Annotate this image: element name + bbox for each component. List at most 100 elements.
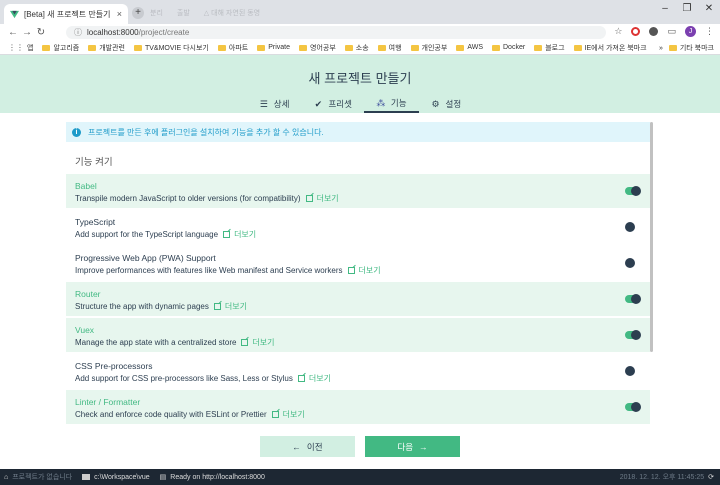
new-tab-button[interactable]: + [132, 7, 144, 19]
tab-features[interactable]: ⁂ 기능 [363, 95, 419, 113]
info-icon[interactable]: ⓘ [74, 27, 82, 38]
next-button[interactable]: 다음 → [365, 436, 460, 457]
bookmark-folder[interactable]: 소송 [344, 43, 369, 53]
bookmark-label: 소송 [355, 44, 369, 52]
folder-icon [344, 44, 353, 51]
feature-toggle[interactable] [625, 294, 641, 304]
bookmark-folder[interactable]: 여행 [377, 43, 402, 53]
more-link[interactable]: 더보기 [283, 410, 305, 419]
bookmark-folder[interactable]: 개인공부 [410, 43, 447, 53]
tab-details[interactable]: ☰ 상세 [247, 95, 302, 113]
forward-icon[interactable]: → [20, 27, 34, 38]
bookmark-folder[interactable]: 영어공부 [299, 43, 336, 53]
bookmark-folder[interactable]: 블로그 [534, 43, 565, 53]
external-link-icon[interactable] [241, 339, 249, 346]
feature-row[interactable]: Vuex Manage the app state with a centrali… [66, 318, 650, 352]
tab-close-icon[interactable]: × [117, 9, 122, 19]
background-tab-label[interactable]: 분리 [150, 8, 163, 18]
feature-toggle[interactable] [625, 366, 639, 376]
url-field[interactable]: ⓘ localhost:8000/project/create [66, 26, 606, 39]
maximize-icon[interactable]: ❐ [676, 0, 698, 18]
more-link[interactable]: 더보기 [359, 266, 381, 275]
folder-icon [257, 44, 266, 51]
features-panel: i 프로젝트를 만든 후에 플러그인을 설치하여 기능을 추가 할 수 있습니다… [66, 122, 650, 442]
feature-row[interactable]: Babel Transpile modern JavaScript to olde… [66, 174, 650, 208]
feature-toggle[interactable] [625, 222, 639, 232]
extension-icon[interactable] [649, 27, 659, 36]
step-tabs: ☰ 상세 ✔ 프리셋 ⁂ 기능 ⚙ 설정 [0, 95, 720, 113]
opera-extension-icon[interactable] [631, 27, 641, 36]
bookmark-label: 여행 [388, 44, 402, 52]
external-link-icon[interactable] [297, 375, 305, 382]
status-log[interactable]: ▤ Ready on http://localhost:8000 [159, 473, 265, 482]
feature-row[interactable]: Linter / Formatter Check and enforce code… [66, 390, 650, 424]
feature-row[interactable]: Progressive Web App (PWA) Support Improve… [66, 246, 650, 280]
feature-description: Manage the app state with a centralized … [75, 338, 237, 347]
info-banner: i 프로젝트를 만든 후에 플러그인을 설치하여 기능을 추가 할 수 있습니다… [66, 122, 650, 142]
minimize-icon[interactable]: – [654, 0, 676, 18]
feature-description-row: Add support for the TypeScript language 더… [75, 229, 256, 240]
bookmark-apps[interactable]: ⋮⋮ 앱 [8, 43, 33, 53]
folder-icon [668, 45, 677, 51]
terminal-icon: ▤ [159, 474, 167, 481]
browser-tab-bar: [Beta] 새 프로젝트 만들기 - Vue × + 분리 출발 △ 대해 자… [0, 0, 720, 24]
feature-toggle[interactable] [625, 258, 639, 268]
bookmark-label: 블로그 [545, 44, 565, 52]
refresh-icon[interactable]: ⟳ [708, 473, 714, 481]
list-icon: ☰ [259, 98, 268, 109]
cast-icon[interactable]: ▭ [667, 26, 676, 37]
previous-button[interactable]: ← 이전 [260, 436, 355, 457]
external-link-icon[interactable] [347, 267, 355, 274]
external-link-icon[interactable] [305, 195, 313, 202]
status-datetime: 2018. 12. 12. 오후 11:45:25 ⟳ [620, 469, 714, 485]
window-close-icon[interactable]: ✕ [698, 0, 720, 18]
back-icon[interactable]: ← [6, 27, 20, 38]
other-bookmarks[interactable]: 기타 북마크 [668, 43, 714, 53]
bookmark-label: 앱 [27, 44, 34, 52]
feature-toggle[interactable] [625, 186, 641, 196]
bookmarks-overflow-icon[interactable]: » [659, 45, 663, 52]
more-link[interactable]: 더보기 [234, 230, 256, 239]
tab-presets[interactable]: ✔ 프리셋 [301, 95, 363, 113]
bookmark-folder[interactable]: 개발관련 [88, 43, 125, 53]
browser-tab[interactable]: [Beta] 새 프로젝트 만들기 - Vue × [4, 4, 128, 24]
bookmark-folder[interactable]: Private [257, 44, 290, 51]
external-link-icon[interactable] [223, 231, 231, 238]
background-tab-label[interactable]: 출발 [177, 8, 190, 18]
tab-label: 기능 [390, 98, 407, 108]
more-link[interactable]: 더보기 [317, 194, 339, 203]
scrollbar[interactable] [650, 122, 653, 352]
bookmark-label: 알고리즘 [53, 44, 80, 52]
feature-row[interactable]: Router Structure the app with dynamic pag… [66, 282, 650, 316]
status-path: c:\Workspace\vue [94, 473, 150, 481]
menu-kebab-icon[interactable]: ⋮ [705, 26, 714, 37]
external-link-icon[interactable] [213, 303, 221, 310]
feature-row[interactable]: TypeScript Add support for the TypeScript… [66, 210, 650, 244]
url-host: localhost:8000 [87, 28, 139, 37]
bookmark-star-icon[interactable]: ☆ [614, 26, 622, 37]
bookmark-folder[interactable]: IE에서 가져온 북마크 [573, 43, 647, 53]
more-link[interactable]: 더보기 [225, 302, 247, 311]
status-folder[interactable]: c:\Workspace\vue [82, 474, 150, 481]
profile-avatar[interactable]: J [685, 26, 696, 37]
feature-name: Linter / Formatter [75, 397, 141, 407]
status-project[interactable]: ⌂ 프로젝트가 없습니다 [4, 472, 72, 482]
more-link[interactable]: 더보기 [252, 338, 274, 347]
feature-toggle[interactable] [625, 402, 641, 412]
more-link[interactable]: 더보기 [309, 374, 331, 383]
bookmark-folder[interactable]: Docker [492, 44, 525, 51]
bookmark-folder[interactable]: 아파트 [217, 43, 249, 53]
footer-actions: ← 이전 다음 → [0, 436, 720, 469]
feature-toggle[interactable] [625, 330, 641, 340]
tab-settings[interactable]: ⚙ 설정 [419, 95, 474, 113]
background-tab-label[interactable]: △ 대해 자연된 동영 [204, 8, 260, 18]
info-circle-icon: i [72, 127, 81, 137]
bookmark-folder[interactable]: TV&MOVIE 다시보기 [133, 43, 209, 53]
external-link-icon[interactable] [271, 411, 279, 418]
feature-description-row: Check and enforce code quality with ESLi… [75, 409, 305, 420]
reload-icon[interactable]: ↻ [34, 27, 48, 38]
feature-row[interactable]: CSS Pre-processors Add support for CSS pr… [66, 354, 650, 388]
bookmark-label: 아파트 [228, 44, 249, 52]
bookmark-folder[interactable]: AWS [456, 44, 483, 51]
bookmark-folder[interactable]: 알고리즘 [42, 43, 79, 53]
